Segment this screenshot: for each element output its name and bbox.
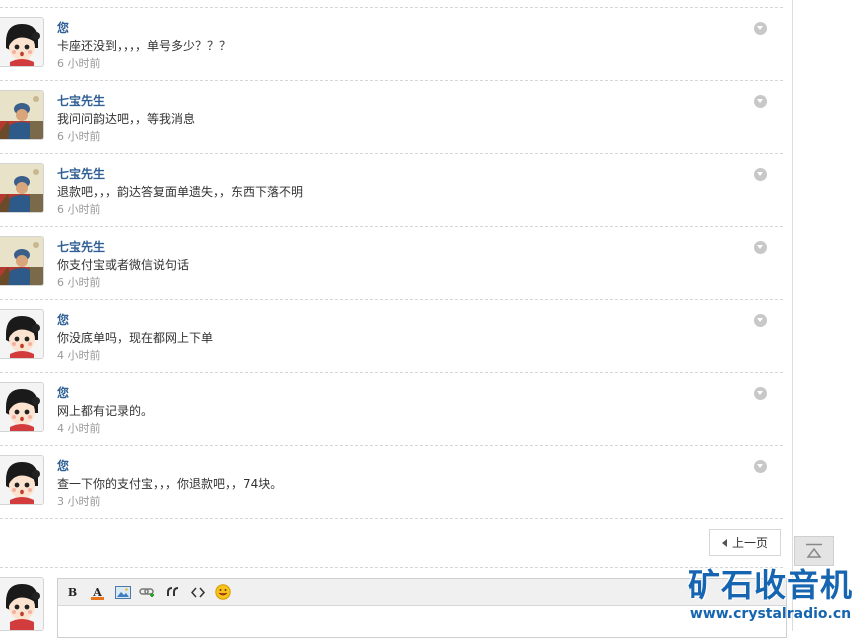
- message-time: 6 小时前: [57, 203, 101, 216]
- reply-editor: B A: [57, 578, 787, 638]
- message-menu-icon[interactable]: [754, 22, 767, 35]
- message-author[interactable]: 您: [57, 311, 69, 328]
- message-text: 我问问韵达吧，，等我消息: [57, 112, 196, 126]
- message-item: 七宝先生 我问问韵达吧，，等我消息 6 小时前: [0, 81, 783, 153]
- caret-left-icon: [721, 538, 727, 547]
- message-item: 您 卡座还没到，，，，单号多少？？？ 6 小时前: [0, 8, 783, 80]
- message-text: 网上都有记录的。: [57, 404, 154, 418]
- message-time: 6 小时前: [57, 57, 101, 70]
- composer-avatar: [0, 577, 44, 631]
- message-menu-icon[interactable]: [754, 387, 767, 400]
- link-icon[interactable]: [139, 584, 156, 601]
- message-item: 七宝先生 你支付宝或者微信说句话 6 小时前: [0, 227, 783, 299]
- bold-icon[interactable]: B: [64, 584, 81, 601]
- prev-page-button[interactable]: 上一页: [709, 529, 781, 556]
- site-watermark: 矿石收音机 www.crystalradio.cn: [687, 567, 854, 623]
- avatar[interactable]: [0, 309, 44, 359]
- message-menu-icon[interactable]: [754, 241, 767, 254]
- message-menu-icon[interactable]: [754, 95, 767, 108]
- message-menu-icon[interactable]: [754, 314, 767, 327]
- message-item: 您 你没底单吗，现在都网上下单 4 小时前: [0, 300, 783, 372]
- message-time: 4 小时前: [57, 349, 101, 362]
- avatar[interactable]: [0, 163, 44, 213]
- message-item: 七宝先生 退款吧，，，韵达答复面单遗失，，东西下落不明 6 小时前: [0, 154, 783, 226]
- message-author[interactable]: 七宝先生: [57, 238, 105, 255]
- message-text: 你没底单吗，现在都网上下单: [57, 331, 214, 345]
- message-author[interactable]: 您: [57, 457, 69, 474]
- message-author[interactable]: 您: [57, 19, 69, 36]
- message-text: 卡座还没到，，，，单号多少？？？: [57, 39, 232, 53]
- prev-page-label: 上一页: [731, 536, 768, 550]
- watermark-url: www.crystalradio.cn: [689, 606, 852, 622]
- message-time: 4 小时前: [57, 422, 101, 435]
- message-item: 您 查一下你的支付宝，，，你退款吧，，74块。 3 小时前: [0, 446, 783, 518]
- back-to-top-icon: [806, 543, 822, 558]
- message-menu-icon[interactable]: [754, 460, 767, 473]
- message-text: 查一下你的支付宝，，，你退款吧，，74块。: [57, 477, 283, 491]
- font-color-icon[interactable]: A: [89, 584, 106, 601]
- message-time: 3 小时前: [57, 495, 101, 508]
- message-author[interactable]: 七宝先生: [57, 165, 105, 182]
- message-author[interactable]: 七宝先生: [57, 92, 105, 109]
- avatar[interactable]: [0, 382, 44, 432]
- message-text: 你支付宝或者微信说句话: [57, 258, 190, 272]
- message-time: 6 小时前: [57, 276, 101, 289]
- avatar[interactable]: [0, 236, 44, 286]
- avatar[interactable]: [0, 17, 44, 67]
- message-time: 6 小时前: [57, 130, 101, 143]
- message-menu-icon[interactable]: [754, 168, 767, 181]
- image-icon[interactable]: [114, 584, 131, 601]
- editor-toolbar: B A: [58, 579, 786, 606]
- watermark-title: 矿石收音机: [687, 566, 853, 604]
- avatar[interactable]: [0, 90, 44, 140]
- message-item: 您 网上都有记录的。 4 小时前: [0, 373, 783, 445]
- back-to-top-button[interactable]: [794, 536, 834, 566]
- content-border: [792, 0, 793, 631]
- message-text: 退款吧，，，韵达答复面单遗失，，东西下落不明: [57, 185, 304, 199]
- emoji-icon[interactable]: [214, 584, 231, 601]
- code-icon[interactable]: [189, 584, 206, 601]
- divider: [0, 567, 783, 568]
- quote-icon[interactable]: [164, 584, 181, 601]
- message-author[interactable]: 您: [57, 384, 69, 401]
- avatar[interactable]: [0, 455, 44, 505]
- divider: [0, 518, 783, 519]
